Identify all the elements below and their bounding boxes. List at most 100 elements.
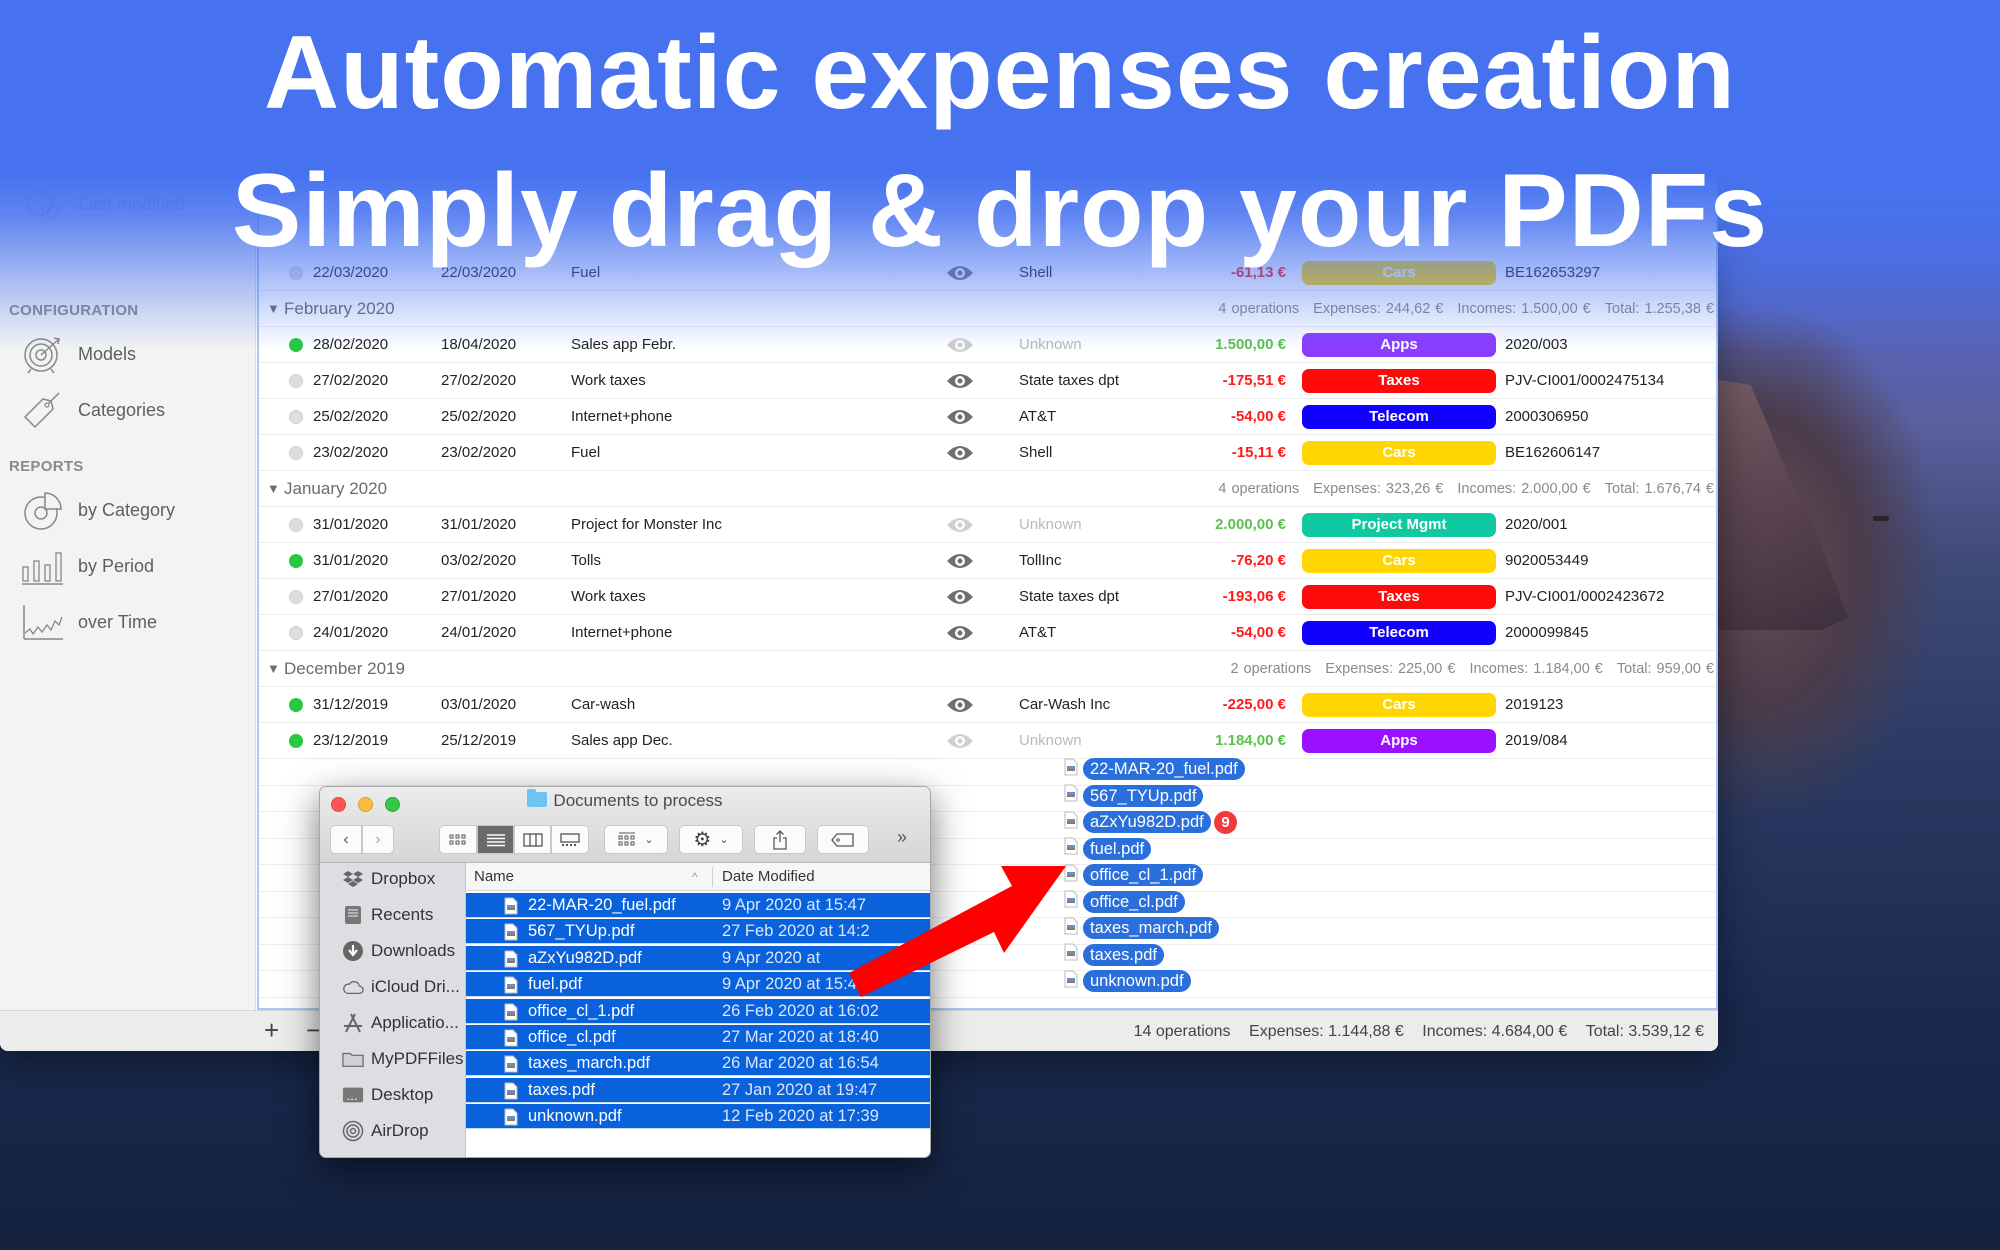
name-column-header[interactable]: Name [474, 863, 514, 891]
table-row[interactable]: 25/02/2020 25/02/2020 Internet+phone AT&T -5… [259, 399, 1716, 435]
file-date-modified: 12 Feb 2020 at 17:39 [722, 1107, 879, 1126]
category-badge[interactable]: Project Mgmt [1302, 513, 1496, 537]
payee-cell: AT&T [1019, 624, 1057, 641]
finder-file-row[interactable]: unknown.pdf 12 Feb 2020 at 17:39 [466, 1104, 930, 1131]
file-date-modified: 27 Jan 2020 at 19:47 [722, 1080, 878, 1099]
eye-icon[interactable] [945, 363, 975, 399]
dragged-file: aZxYu982D.pdf [1064, 811, 1211, 833]
finder-sidebar-item[interactable]: MyPDFFiles [342, 1045, 464, 1073]
eye-icon[interactable] [945, 399, 975, 435]
finder-sidebar-item[interactable]: iCloud Dri... [342, 973, 460, 1001]
sidebar-item-by-category[interactable]: by Category [20, 488, 175, 532]
group-header[interactable]: ▼ January 2020 4 operations Expenses: 323,2… [259, 471, 1716, 507]
pdf-file-icon [1064, 837, 1078, 860]
amount-cell: -15,11 € [1231, 444, 1286, 461]
disclosure-triangle-icon[interactable]: ▼ [267, 481, 280, 496]
finder-file-row[interactable]: office_cl_1.pdf 26 Feb 2020 at 16:02 [466, 998, 930, 1024]
group-header[interactable]: ▼ December 2019 2 operations Expenses: 225,… [259, 651, 1716, 687]
payee-cell: Shell [1019, 444, 1053, 461]
table-row[interactable]: 23/02/2020 23/02/2020 Fuel Shell -15,11 € Car… [259, 435, 1716, 471]
category-badge[interactable]: Cars [1302, 693, 1496, 717]
finder-sidebar-label: AirDrop [371, 1121, 429, 1140]
table-row[interactable]: 27/01/2020 27/01/2020 Work taxes State taxe… [259, 579, 1716, 615]
finder-sidebar-item[interactable]: Dropbox [342, 865, 435, 893]
column-view-button[interactable] [514, 825, 551, 854]
dragged-file: unknown.pdf [1064, 970, 1191, 992]
action-menu-button[interactable]: ⚙ ⌄ [679, 825, 743, 854]
forward-button[interactable]: › [362, 825, 394, 854]
description-cell: Project for Monster Inc [571, 516, 722, 533]
table-row[interactable]: 27/02/2020 27/02/2020 Work taxes State taxe… [259, 363, 1716, 399]
pdf-file-icon [504, 1082, 518, 1105]
finder-file-row[interactable]: aZxYu982D.pdf 9 Apr 2020 at [466, 945, 930, 971]
file-name: office_cl_1.pdf [528, 1001, 635, 1020]
category-badge[interactable]: Telecom [1302, 621, 1496, 645]
category-badge[interactable]: Cars [1302, 261, 1496, 285]
group-operations: 4 operations [1218, 481, 1300, 497]
group-by-button[interactable]: ⌄ [604, 825, 668, 854]
eye-icon[interactable] [945, 723, 975, 759]
eye-icon[interactable] [945, 255, 975, 291]
category-badge[interactable]: Apps [1302, 333, 1496, 357]
pdf-file-icon [504, 897, 518, 920]
table-row[interactable]: 22/03/2020 22/03/2020 Fuel Shell -61,13 … [259, 255, 1716, 291]
icon-view-button[interactable] [439, 825, 477, 854]
finder-file-row[interactable]: 567_TYUp.pdf 27 Feb 2020 at 14:2 [466, 919, 930, 945]
add-operation-button[interactable]: + [264, 1015, 279, 1046]
reference-cell: BE162606147 [1505, 444, 1601, 461]
gallery-view-button[interactable] [551, 825, 589, 854]
status-dot [289, 698, 303, 712]
sidebar-item-over-time[interactable]: over Time [20, 600, 157, 644]
finder-file-row[interactable]: taxes.pdf 27 Jan 2020 at 19:47 [466, 1077, 930, 1105]
eye-icon[interactable] [945, 435, 975, 471]
finder-file-row[interactable]: fuel.pdf 9 Apr 2020 at 15:47 [466, 972, 930, 998]
table-row[interactable]: 23/12/2019 25/12/2019 Sales app Dec. Unknow… [259, 723, 1716, 759]
file-name: unknown.pdf [528, 1107, 622, 1126]
eye-icon[interactable] [945, 615, 975, 651]
finder-file-row[interactable]: 22-MAR-20_fuel.pdf 9 Apr 2020 at 15:47 [466, 893, 930, 918]
eye-icon[interactable] [945, 687, 975, 723]
table-row[interactable]: 31/01/2020 31/01/2020 Project for Monster … [259, 507, 1716, 543]
sidebar-item-categories[interactable]: Categories [20, 388, 165, 432]
table-row[interactable]: 24/01/2020 24/01/2020 Internet+phone AT&T -5… [259, 615, 1716, 651]
share-button[interactable] [754, 825, 806, 854]
finder-sidebar-item[interactable]: Downloads [342, 937, 455, 965]
eye-icon[interactable] [945, 327, 975, 363]
wallpaper-rock [1718, 380, 1848, 630]
disclosure-triangle-icon[interactable]: ▼ [267, 661, 280, 676]
finder-sidebar-item[interactable]: AirDrop [342, 1117, 429, 1145]
table-row[interactable]: 28/02/2020 18/04/2020 Sales app Febr. Unkno… [259, 327, 1716, 363]
finder-sidebar-item[interactable]: Applicatio... [342, 1009, 459, 1037]
date-modified-column-header[interactable]: Date Modified [722, 863, 815, 891]
group-header[interactable]: ▼ February 2020 4 operations Expenses: 244,… [259, 291, 1716, 327]
toolbar-overflow-button[interactable]: » [897, 827, 907, 848]
back-button[interactable]: ‹ [330, 825, 362, 854]
sidebar-item-last-modified[interactable]: Last modified [20, 182, 185, 226]
eye-icon[interactable] [945, 507, 975, 543]
finder-sidebar-item[interactable]: Recents [342, 901, 433, 929]
sidebar-item-by-period[interactable]: by Period [20, 544, 154, 588]
tags-button[interactable] [817, 825, 869, 854]
category-badge[interactable]: Taxes [1302, 369, 1496, 393]
finder-file-row[interactable]: taxes_march.pdf 26 Mar 2020 at 16:54 [466, 1051, 930, 1077]
group-total: Total: 1.676,74 € [1604, 481, 1714, 497]
category-badge[interactable]: Telecom [1302, 405, 1496, 429]
eye-icon[interactable] [945, 543, 975, 579]
file-date-modified: 26 Feb 2020 at 16:02 [722, 1001, 879, 1020]
table-row[interactable]: 31/12/2019 03/01/2020 Car-wash Car-Wash Inc… [259, 687, 1716, 723]
column-separator[interactable] [712, 867, 713, 887]
finder-sidebar-item[interactable]: Desktop [342, 1081, 433, 1109]
category-badge[interactable]: Cars [1302, 441, 1496, 465]
table-row[interactable]: 31/01/2020 03/02/2020 Tolls TollInc -76,20 €… [259, 543, 1716, 579]
pdf-file-icon [504, 1108, 518, 1131]
file-name: taxes.pdf [528, 1080, 595, 1099]
category-badge[interactable]: Cars [1302, 549, 1496, 573]
category-badge[interactable]: Apps [1302, 729, 1496, 753]
category-badge[interactable]: Taxes [1302, 585, 1496, 609]
list-view-button[interactable] [477, 825, 514, 854]
eye-icon[interactable] [945, 579, 975, 615]
finder-file-row[interactable]: office_cl.pdf 27 Mar 2020 at 18:40 [466, 1025, 930, 1050]
sidebar-item-models[interactable]: Models [20, 332, 136, 376]
status-dot [289, 266, 303, 280]
disclosure-triangle-icon[interactable]: ▼ [267, 301, 280, 316]
